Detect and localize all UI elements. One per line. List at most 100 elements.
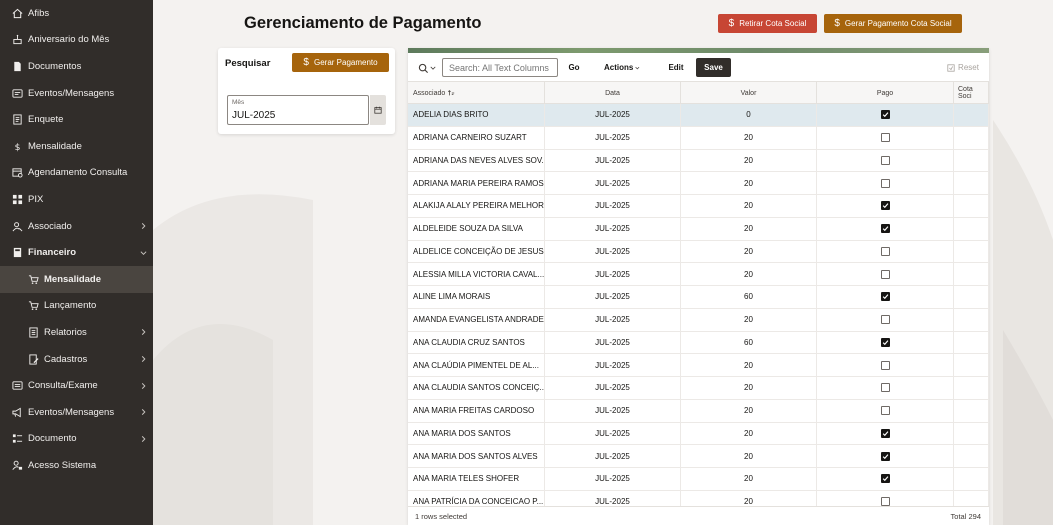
cell-cota-social[interactable] <box>954 331 989 354</box>
cell-associado[interactable]: ALESSIA MILLA VICTORIA CAVAL... <box>408 263 545 285</box>
cell-pago[interactable] <box>817 172 954 194</box>
cell-cota-social[interactable] <box>954 286 989 308</box>
cell-associado[interactable]: ALDELEIDE SOUZA DA SILVA <box>408 217 545 240</box>
cell-cota-social[interactable] <box>954 263 989 285</box>
column-header-data[interactable]: Data <box>545 82 681 104</box>
cell-data[interactable]: JUL-2025 <box>545 354 681 376</box>
table-row[interactable]: ANA MARIA DOS SANTOS ALVES JUL-2025 20 <box>408 445 989 468</box>
table-row[interactable]: ANA CLAUDIA SANTOS CONCEIÇ... JUL-2025 20 <box>408 377 989 400</box>
table-row[interactable]: ALINE LIMA MORAIS JUL-2025 60 <box>408 286 989 309</box>
actions-menu-button[interactable]: Actions <box>604 59 640 76</box>
cell-pago[interactable] <box>817 104 954 126</box>
cell-cota-social[interactable] <box>954 104 989 126</box>
cell-cota-social[interactable] <box>954 217 989 240</box>
cell-valor[interactable]: 60 <box>681 331 817 354</box>
calendar-button[interactable] <box>370 95 386 125</box>
table-row[interactable]: ANA CLAUDIA CRUZ SANTOS JUL-2025 60 <box>408 331 989 355</box>
table-row[interactable]: ALAKIJA ALALY PEREIRA MELHOR JUL-2025 20 <box>408 195 989 218</box>
cell-valor[interactable]: 20 <box>681 354 817 376</box>
cell-associado[interactable]: ANA CLAUDIA CRUZ SANTOS <box>408 331 545 354</box>
cell-cota-social[interactable] <box>954 126 989 149</box>
sidebar-item-documentos[interactable]: Documentos <box>0 53 153 80</box>
cell-pago[interactable] <box>817 468 954 490</box>
table-row[interactable]: ANA MARIA TELES SHOFER JUL-2025 20 <box>408 468 989 491</box>
table-row[interactable]: ANA MARIA DOS SANTOS JUL-2025 20 <box>408 422 989 446</box>
sidebar-item-agendamento-consulta[interactable]: Agendamento Consulta <box>0 160 153 187</box>
cell-valor[interactable]: 20 <box>681 399 817 422</box>
checkbox-unchecked[interactable] <box>880 269 890 279</box>
cell-valor[interactable]: 20 <box>681 126 817 149</box>
checkbox-unchecked[interactable] <box>880 383 890 393</box>
checkbox-unchecked[interactable] <box>880 360 890 370</box>
cell-associado[interactable]: ADRIANA CARNEIRO SUZART <box>408 126 545 149</box>
cell-cota-social[interactable] <box>954 422 989 445</box>
checkbox-unchecked[interactable] <box>880 315 890 325</box>
cell-valor[interactable]: 20 <box>681 195 817 217</box>
table-row[interactable]: ADRIANA MARIA PEREIRA RAMOS JUL-2025 20 <box>408 172 989 195</box>
cell-pago[interactable] <box>817 195 954 217</box>
sidebar-item-afibs[interactable]: Afibs <box>0 0 153 27</box>
cell-data[interactable]: JUL-2025 <box>545 263 681 285</box>
sidebar-item-documento[interactable]: Documento <box>0 426 153 453</box>
cell-valor[interactable]: 20 <box>681 240 817 263</box>
mes-value[interactable]: JUL-2025 <box>232 110 275 121</box>
cell-valor[interactable]: 60 <box>681 286 817 308</box>
sidebar-item-eventos-mensagens[interactable]: Eventos/Mensagens <box>0 80 153 107</box>
search-input[interactable] <box>442 58 558 77</box>
cell-data[interactable]: JUL-2025 <box>545 331 681 354</box>
sidebar-item-consulta-exame[interactable]: Consulta/Exame <box>0 372 153 399</box>
cell-associado[interactable]: ADRIANA DAS NEVES ALVES SOV... <box>408 149 545 172</box>
cell-cota-social[interactable] <box>954 399 989 422</box>
cell-data[interactable]: JUL-2025 <box>545 149 681 172</box>
cell-cota-social[interactable] <box>954 445 989 467</box>
sidebar-item-aniversario-do-mês[interactable]: Aniversario do Mês <box>0 27 153 54</box>
cell-pago[interactable] <box>817 399 954 422</box>
cell-data[interactable]: JUL-2025 <box>545 468 681 490</box>
cell-data[interactable]: JUL-2025 <box>545 195 681 217</box>
cell-valor[interactable]: 20 <box>681 445 817 467</box>
cell-associado[interactable]: ALDELICE CONCEIÇÃO DE JESUS ... <box>408 240 545 263</box>
sidebar-item-relatorios[interactable]: Relatorios <box>0 319 153 346</box>
table-row[interactable]: ALESSIA MILLA VICTORIA CAVAL... JUL-2025 2… <box>408 263 989 286</box>
column-header-associado[interactable]: Associado <box>408 82 545 104</box>
cell-associado[interactable]: ANA MARIA FREITAS CARDOSO <box>408 399 545 422</box>
cell-data[interactable]: JUL-2025 <box>545 445 681 467</box>
cell-pago[interactable] <box>817 377 954 399</box>
sidebar-item-enquete[interactable]: Enquete <box>0 106 153 133</box>
column-header-pago[interactable]: Pago <box>817 82 954 104</box>
cell-pago[interactable] <box>817 217 954 240</box>
search-column-menu[interactable] <box>418 62 436 74</box>
cell-data[interactable]: JUL-2025 <box>545 104 681 126</box>
cell-data[interactable]: JUL-2025 <box>545 399 681 422</box>
cell-cota-social[interactable] <box>954 240 989 263</box>
checkbox-unchecked[interactable] <box>880 497 890 507</box>
cell-data[interactable]: JUL-2025 <box>545 308 681 331</box>
table-row[interactable]: ADRIANA CARNEIRO SUZART JUL-2025 20 <box>408 126 989 150</box>
cell-associado[interactable]: ANA CLAUDIA SANTOS CONCEIÇ... <box>408 377 545 399</box>
retirar-cota-social-button[interactable]: $ Retirar Cota Social <box>718 14 817 33</box>
column-header-cota-social[interactable]: Cota Soci <box>954 82 989 104</box>
cell-valor[interactable]: 20 <box>681 172 817 194</box>
sidebar-item-eventos-mensagens[interactable]: Eventos/Mensagens <box>0 399 153 426</box>
table-row[interactable]: ANA MARIA FREITAS CARDOSO JUL-2025 20 <box>408 399 989 423</box>
table-row[interactable]: ALDELICE CONCEIÇÃO DE JESUS ... JUL-2025 2… <box>408 240 989 264</box>
cell-cota-social[interactable] <box>954 377 989 399</box>
checkbox-checked[interactable] <box>880 292 890 302</box>
cell-data[interactable]: JUL-2025 <box>545 286 681 308</box>
checkbox-checked[interactable] <box>880 451 890 461</box>
cell-valor[interactable]: 20 <box>681 422 817 445</box>
cell-associado[interactable]: ANA MARIA TELES SHOFER <box>408 468 545 490</box>
cell-valor[interactable]: 0 <box>681 104 817 126</box>
checkbox-checked[interactable] <box>880 224 890 234</box>
cell-valor[interactable]: 20 <box>681 308 817 331</box>
cell-data[interactable]: JUL-2025 <box>545 217 681 240</box>
table-row[interactable]: AMANDA EVANGELISTA ANDRADE JUL-2025 20 <box>408 308 989 332</box>
edit-button[interactable]: Edit <box>666 59 686 76</box>
gerar-pagamento-cota-social-button[interactable]: $ Gerar Pagamento Cota Social <box>824 14 962 33</box>
checkbox-checked[interactable] <box>880 474 890 484</box>
cell-valor[interactable]: 20 <box>681 377 817 399</box>
cell-valor[interactable]: 20 <box>681 149 817 172</box>
cell-pago[interactable] <box>817 331 954 354</box>
reset-button[interactable]: Reset <box>943 59 983 76</box>
cell-associado[interactable]: ADELIA DIAS BRITO <box>408 104 545 126</box>
